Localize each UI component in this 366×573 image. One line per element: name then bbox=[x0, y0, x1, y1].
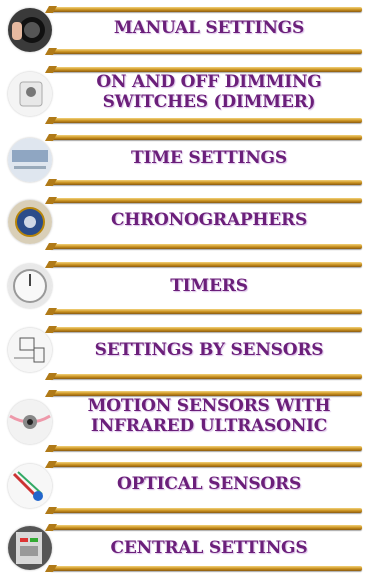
gold-bar-bottom bbox=[50, 49, 362, 54]
item-label: CHRONOGRAPHERS bbox=[110, 210, 308, 230]
list-item-timers[interactable]: TIMERS bbox=[0, 256, 366, 318]
list-item-optical-sensors[interactable]: OPTICAL SENSORS bbox=[0, 458, 366, 520]
list-item-chronographers[interactable]: CHRONOGRAPHERS bbox=[0, 192, 366, 254]
gold-bar-bottom bbox=[50, 566, 362, 571]
gold-bar-top bbox=[50, 327, 362, 332]
item-label: CENTRAL SETTINGS bbox=[110, 538, 308, 558]
list-item-manual-settings[interactable]: MANUAL SETTINGS bbox=[0, 0, 366, 60]
item-label: MANUAL SETTINGS bbox=[113, 18, 305, 38]
gold-bar-bottom bbox=[50, 118, 362, 123]
item-label: OPTICAL SENSORS bbox=[116, 474, 302, 494]
dimmer-switch-icon bbox=[8, 72, 52, 116]
time-panel-icon bbox=[8, 138, 52, 182]
item-label: SETTINGS BY SENSORS bbox=[94, 340, 324, 360]
chronograph-icon bbox=[8, 200, 52, 244]
motion-sensor-icon bbox=[8, 400, 52, 444]
gold-bar-bottom bbox=[50, 374, 362, 379]
item-label: MOTION SENSORS WITH INFRARED ULTRASONIC bbox=[87, 396, 331, 436]
gold-bar-top bbox=[50, 525, 362, 530]
gold-bar-bottom bbox=[50, 180, 362, 185]
optical-sensor-icon bbox=[8, 464, 52, 508]
sensor-diagram-icon bbox=[8, 328, 52, 372]
gold-bar-top bbox=[50, 198, 362, 203]
item-label: TIME SETTINGS bbox=[131, 148, 287, 168]
gold-bar-top bbox=[50, 7, 362, 12]
list-item-motion-sensors[interactable]: MOTION SENSORS WITH INFRARED ULTRASONIC bbox=[0, 386, 366, 458]
gold-bar-top bbox=[50, 262, 362, 267]
item-label: TIMERS bbox=[170, 276, 248, 296]
list-item-dimming-switches[interactable]: ON AND OFF DIMMING SWITCHES (DIMMER) bbox=[0, 62, 366, 132]
gold-bar-bottom bbox=[50, 446, 362, 451]
item-label: ON AND OFF DIMMING SWITCHES (DIMMER) bbox=[96, 72, 322, 112]
gold-bar-top bbox=[50, 462, 362, 467]
dial-icon bbox=[8, 8, 52, 52]
central-panel-icon bbox=[8, 526, 52, 570]
gold-bar-bottom bbox=[50, 309, 362, 314]
gold-bar-bottom bbox=[50, 508, 362, 513]
gold-bar-top bbox=[50, 135, 362, 140]
list-item-time-settings[interactable]: TIME SETTINGS bbox=[0, 132, 366, 190]
timer-icon bbox=[8, 264, 52, 308]
gold-bar-bottom bbox=[50, 244, 362, 249]
list-item-settings-by-sensors[interactable]: SETTINGS BY SENSORS bbox=[0, 322, 366, 384]
list-item-central-settings[interactable]: CENTRAL SETTINGS bbox=[0, 520, 366, 573]
